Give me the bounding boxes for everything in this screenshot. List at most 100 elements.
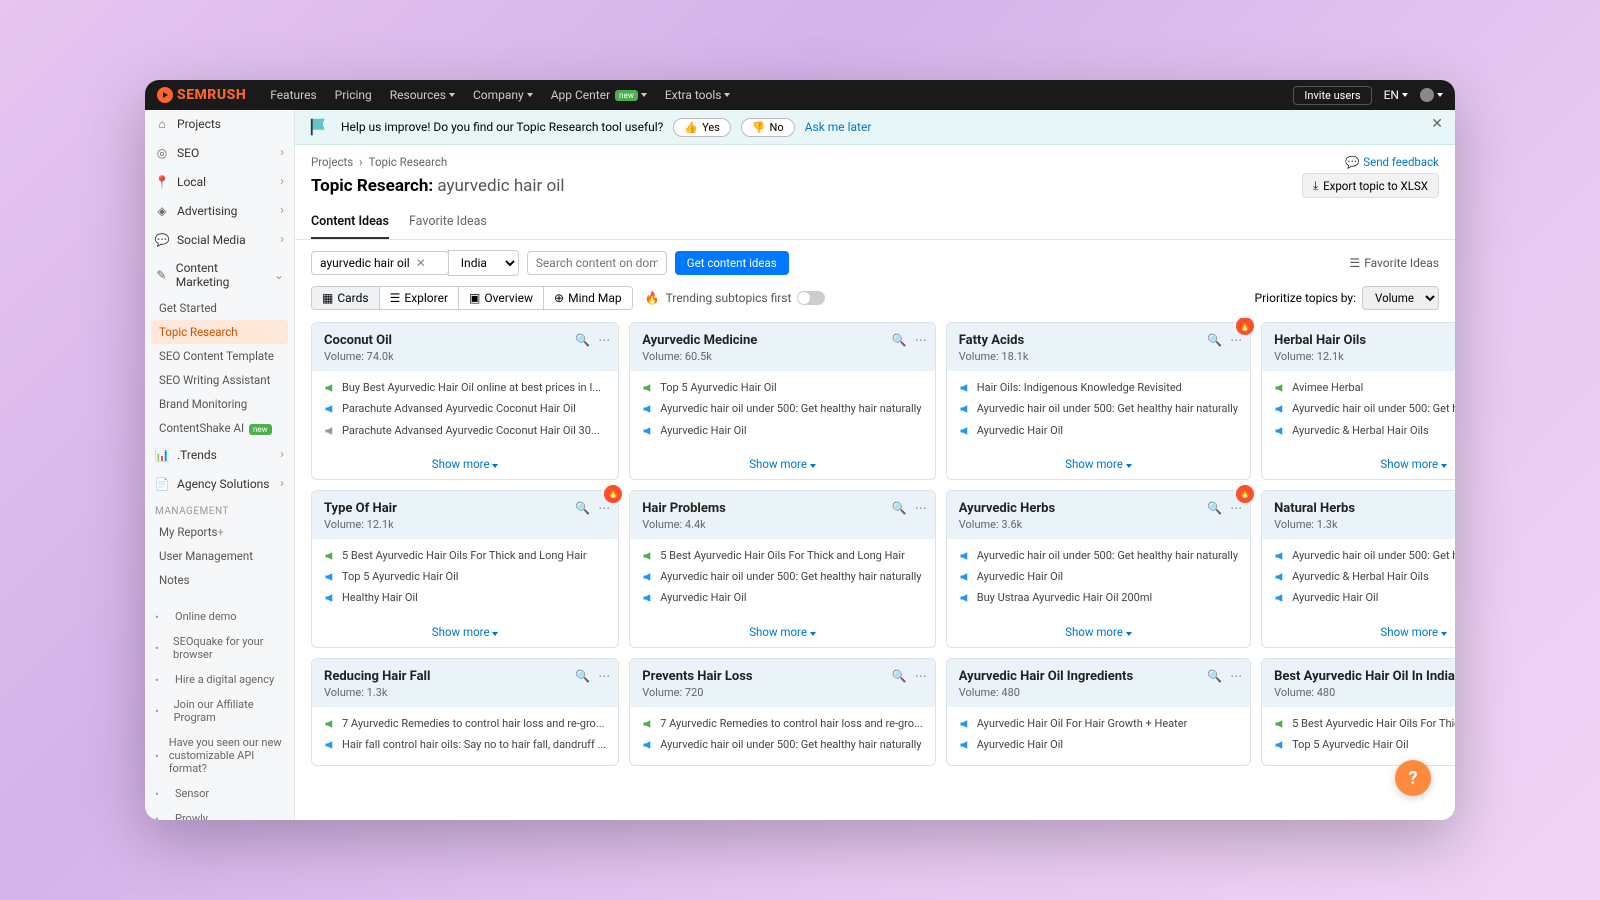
- more-icon[interactable]: ⋯: [1230, 501, 1242, 515]
- idea-item[interactable]: Hair fall control hair oils: Say no to h…: [324, 738, 606, 752]
- sidebar-item-local[interactable]: 📍Local: [145, 167, 294, 196]
- idea-item[interactable]: Healthy Hair Oil: [324, 591, 606, 605]
- show-more-link[interactable]: Show more: [312, 451, 618, 479]
- help-no-button[interactable]: 👎 No: [741, 118, 795, 137]
- favorite-ideas-link[interactable]: ☰ Favorite Ideas: [1349, 256, 1439, 270]
- show-more-link[interactable]: Show more: [947, 619, 1250, 647]
- idea-item[interactable]: Hair Oils: Indigenous Knowledge Revisite…: [959, 381, 1238, 395]
- send-feedback-link[interactable]: 💬 Send feedback: [1345, 155, 1439, 169]
- idea-item[interactable]: Ayurvedic hair oil under 500: Get health…: [1274, 549, 1455, 563]
- idea-item[interactable]: Buy Ustraa Ayurvedic Hair Oil 200ml: [959, 591, 1238, 605]
- idea-item[interactable]: Ayurvedic hair oil under 500: Get health…: [642, 738, 923, 752]
- trending-toggle[interactable]: [797, 291, 825, 305]
- sidebar-item-projects[interactable]: ⌂Projects: [145, 110, 294, 138]
- brand-logo[interactable]: SEMRUSH: [157, 87, 246, 103]
- show-more-link[interactable]: Show more: [1262, 619, 1455, 647]
- more-icon[interactable]: ⋯: [915, 669, 927, 683]
- idea-item[interactable]: Ayurvedic hair oil under 500: Get health…: [642, 402, 923, 416]
- idea-item[interactable]: 5 Best Ayurvedic Hair Oils For Thick and…: [1274, 717, 1455, 731]
- show-more-link[interactable]: Show more: [630, 619, 935, 647]
- idea-item[interactable]: Ayurvedic Hair Oil: [959, 570, 1238, 584]
- idea-item[interactable]: Parachute Advansed Ayurvedic Coconut Hai…: [324, 402, 606, 416]
- sidebar-item--trends[interactable]: 📊.Trends: [145, 440, 294, 469]
- sidebar-mgmt-user-management[interactable]: User Management: [145, 544, 294, 568]
- idea-item[interactable]: Ayurvedic & Herbal Hair Oils: [1274, 570, 1455, 584]
- sidebar-item-advertising[interactable]: ◈Advertising: [145, 196, 294, 225]
- view-mindmap[interactable]: ⊕ Mind Map: [544, 287, 632, 309]
- sidebar-mgmt-notes[interactable]: Notes: [145, 568, 294, 592]
- idea-item[interactable]: Ayurvedic hair oil under 500: Get health…: [1274, 402, 1455, 416]
- search-icon[interactable]: 🔍: [575, 333, 590, 347]
- more-icon[interactable]: ⋯: [1230, 333, 1242, 347]
- nav-extratools[interactable]: Extra tools: [665, 88, 731, 102]
- idea-item[interactable]: Ayurvedic Hair Oil: [642, 424, 923, 438]
- idea-item[interactable]: Top 5 Ayurvedic Hair Oil: [642, 381, 923, 395]
- sidebar-item-agency-solutions[interactable]: 📄Agency Solutions: [145, 469, 294, 498]
- show-more-link[interactable]: Show more: [630, 451, 935, 479]
- sidebar-sub-contentshake-ai[interactable]: ContentShake AI new: [145, 416, 294, 440]
- clear-tag-icon[interactable]: ✕: [416, 256, 426, 270]
- idea-item[interactable]: Ayurvedic Hair Oil: [642, 591, 923, 605]
- search-icon[interactable]: 🔍: [1207, 669, 1222, 683]
- tab-favorite-ideas[interactable]: Favorite Ideas: [409, 206, 487, 239]
- show-more-link[interactable]: Show more: [312, 619, 618, 647]
- view-cards[interactable]: ▦ Cards: [312, 287, 380, 309]
- idea-item[interactable]: 7 Ayurvedic Remedies to control hair los…: [642, 717, 923, 731]
- nav-resources[interactable]: Resources: [390, 88, 455, 102]
- idea-item[interactable]: Avimee Herbal: [1274, 381, 1455, 395]
- sidebar-item-seo[interactable]: ◎SEO: [145, 138, 294, 167]
- idea-item[interactable]: Ayurvedic Hair Oil: [1274, 591, 1455, 605]
- nav-appcenter[interactable]: App Centernew: [551, 88, 647, 102]
- sidebar-sub-topic-research[interactable]: Topic Research: [151, 320, 288, 344]
- idea-item[interactable]: Top 5 Ayurvedic Hair Oil: [1274, 738, 1455, 752]
- idea-item[interactable]: 5 Best Ayurvedic Hair Oils For Thick and…: [642, 549, 923, 563]
- show-more-link[interactable]: Show more: [1262, 451, 1455, 479]
- tab-content-ideas[interactable]: Content Ideas: [311, 206, 389, 239]
- nav-features[interactable]: Features: [270, 88, 316, 102]
- search-icon[interactable]: 🔍: [892, 501, 907, 515]
- language-selector[interactable]: EN: [1384, 88, 1408, 102]
- idea-item[interactable]: 7 Ayurvedic Remedies to control hair los…: [324, 717, 606, 731]
- search-icon[interactable]: 🔍: [892, 333, 907, 347]
- search-icon[interactable]: 🔍: [575, 669, 590, 683]
- more-icon[interactable]: ⋯: [598, 333, 610, 347]
- view-explorer[interactable]: ☰ Explorer: [380, 287, 459, 309]
- user-menu[interactable]: [1420, 88, 1443, 102]
- help-later-link[interactable]: Ask me later: [805, 120, 872, 134]
- priority-select[interactable]: Volume: [1362, 286, 1439, 310]
- crumb-projects[interactable]: Projects: [311, 155, 353, 169]
- sidebar-sub-seo-content-template[interactable]: SEO Content Template: [145, 344, 294, 368]
- sidebar-item-social-media[interactable]: 💬Social Media: [145, 225, 294, 254]
- more-icon[interactable]: ⋯: [1230, 669, 1242, 683]
- sidebar-footer-sensor[interactable]: •Sensor: [145, 781, 294, 806]
- idea-item[interactable]: Ayurvedic hair oil under 500: Get health…: [642, 570, 923, 584]
- more-icon[interactable]: ⋯: [915, 333, 927, 347]
- help-yes-button[interactable]: 👍 Yes: [673, 118, 730, 137]
- more-icon[interactable]: ⋯: [598, 669, 610, 683]
- country-select[interactable]: India: [448, 250, 519, 276]
- view-overview[interactable]: ▣ Overview: [459, 287, 544, 309]
- topic-tag-input[interactable]: ayurvedic hair oil✕: [311, 251, 449, 275]
- more-icon[interactable]: ⋯: [915, 501, 927, 515]
- sidebar-footer-api[interactable]: •Have you seen our new customizable API …: [145, 730, 294, 781]
- help-fab[interactable]: ?: [1395, 760, 1431, 796]
- search-icon[interactable]: 🔍: [1207, 333, 1222, 347]
- sidebar-footer-headset[interactable]: •Online demo: [145, 604, 294, 629]
- search-icon[interactable]: 🔍: [1207, 501, 1222, 515]
- sidebar-sub-get-started[interactable]: Get Started: [145, 296, 294, 320]
- idea-item[interactable]: 5 Best Ayurvedic Hair Oils For Thick and…: [324, 549, 606, 563]
- invite-users-button[interactable]: Invite users: [1293, 86, 1371, 105]
- more-icon[interactable]: ⋯: [598, 501, 610, 515]
- get-content-ideas-button[interactable]: Get content ideas: [675, 251, 789, 275]
- sidebar-sub-seo-writing-assistant[interactable]: SEO Writing Assistant: [145, 368, 294, 392]
- idea-item[interactable]: Parachute Advansed Ayurvedic Coconut Hai…: [324, 424, 606, 438]
- idea-item[interactable]: Ayurvedic Hair Oil For Hair Growth + Hea…: [959, 717, 1238, 731]
- sidebar-footer-case[interactable]: •Hire a digital agency: [145, 667, 294, 692]
- idea-item[interactable]: Top 5 Ayurvedic Hair Oil: [324, 570, 606, 584]
- nav-pricing[interactable]: Pricing: [335, 88, 372, 102]
- sidebar-footer-sq[interactable]: •SEOquake for your browser: [145, 629, 294, 667]
- export-xlsx-button[interactable]: ⤓ Export topic to XLSX: [1302, 173, 1439, 198]
- search-icon[interactable]: 🔍: [575, 501, 590, 515]
- sidebar-sub-brand-monitoring[interactable]: Brand Monitoring: [145, 392, 294, 416]
- show-more-link[interactable]: Show more: [947, 451, 1250, 479]
